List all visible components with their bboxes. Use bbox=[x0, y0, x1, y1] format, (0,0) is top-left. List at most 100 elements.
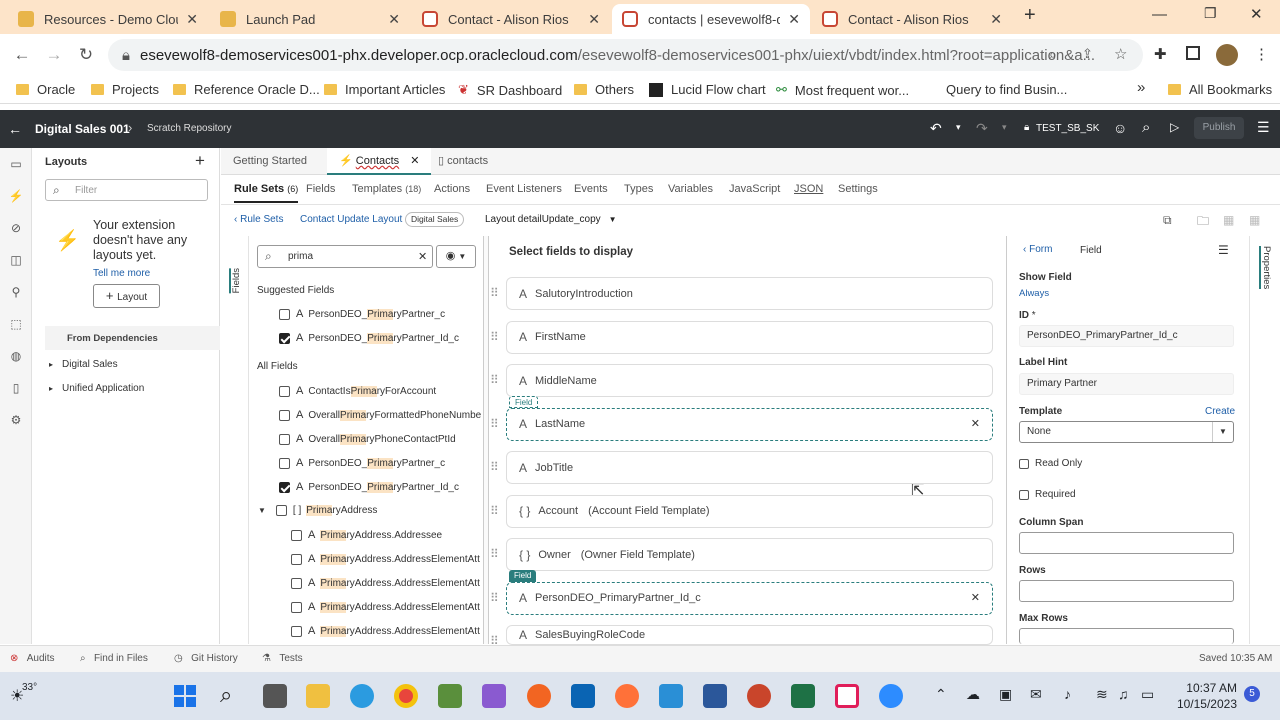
drag-handle-icon[interactable]: ⠿ bbox=[490, 373, 499, 387]
back-arrow-icon[interactable]: ← bbox=[8, 121, 22, 137]
visibility-filter-button[interactable]: ◉ ▼ bbox=[436, 245, 476, 268]
subtab-event-listeners[interactable]: Event Listeners bbox=[486, 183, 562, 195]
close-window-icon[interactable]: ✕ bbox=[1250, 5, 1263, 23]
clock-date[interactable]: 10/15/2023 bbox=[1171, 697, 1237, 711]
app-icon[interactable] bbox=[438, 684, 462, 708]
component-icon[interactable]: ⬚ bbox=[8, 316, 24, 332]
checkbox[interactable] bbox=[279, 385, 290, 397]
close-icon[interactable]: ✕ bbox=[588, 11, 600, 28]
fields-vertical-tab[interactable]: Fields bbox=[229, 268, 242, 294]
forward-icon[interactable]: → bbox=[38, 45, 70, 65]
site-info-icon[interactable]: 🔒︎ bbox=[122, 47, 130, 64]
browser-tab-active[interactable]: contacts | esevewolf8-de ✕ bbox=[612, 4, 810, 34]
redo-icon[interactable]: ↷ bbox=[976, 120, 988, 137]
subtab-actions[interactable]: Actions bbox=[434, 183, 470, 195]
monitor-icon[interactable]: ▭ bbox=[8, 156, 24, 172]
browser-tab[interactable]: Resources - Demo Cloud ✕ bbox=[8, 4, 208, 34]
status-tests[interactable]: ⚗ Tests bbox=[262, 653, 303, 664]
field-list-item[interactable]: A Overall Prima ryPhoneContactPtId bbox=[279, 433, 456, 445]
field-list-item[interactable]: A PersonDEO_ Prima ryPartner_c bbox=[279, 308, 445, 320]
checkbox[interactable] bbox=[279, 457, 290, 469]
status-find-in-files[interactable]: ⌕ Find in Files bbox=[80, 653, 148, 664]
checkbox[interactable] bbox=[279, 308, 290, 320]
field-list-item[interactable]: A Prima ryAddress.AddressElementAtt bbox=[291, 625, 480, 637]
drag-handle-icon[interactable]: ⠿ bbox=[490, 460, 499, 474]
layout-field-card[interactable]: A SalutoryIntroduction bbox=[506, 277, 993, 310]
clock-time[interactable]: 10:37 AM bbox=[1185, 681, 1237, 695]
field-list-item[interactable]: A Prima ryAddress.Addressee bbox=[291, 529, 442, 541]
snip-icon[interactable] bbox=[482, 684, 506, 708]
status-git-history[interactable]: ◷ Git History bbox=[174, 653, 238, 664]
browser-tab[interactable]: Launch Pad ✕ bbox=[210, 4, 410, 34]
layouts-rail-icon[interactable]: ⚡ bbox=[8, 188, 24, 204]
checkbox[interactable] bbox=[275, 505, 287, 516]
checkbox[interactable] bbox=[291, 553, 302, 565]
smile-feedback-icon[interactable]: ☺ bbox=[1113, 120, 1127, 136]
read-only-checkbox[interactable]: Read Only bbox=[1019, 458, 1082, 469]
bookmark-item[interactable]: Oracle bbox=[16, 82, 75, 97]
bookmark-item[interactable]: Query to find Busin... bbox=[946, 82, 1067, 97]
field-search-input[interactable]: ⌕ prima ✕ bbox=[257, 245, 433, 268]
tray-app-icon[interactable]: ▣ bbox=[999, 686, 1012, 703]
restore-icon[interactable]: ❐ bbox=[1204, 5, 1217, 22]
subtab-json[interactable]: JSON bbox=[794, 183, 823, 195]
subtab-fields[interactable]: Fields bbox=[306, 183, 335, 195]
breadcrumb-layout[interactable]: Contact Update Layout bbox=[300, 214, 402, 225]
bookmark-item[interactable]: Reference Oracle D... bbox=[173, 82, 320, 97]
globe-icon[interactable]: ◍ bbox=[8, 348, 24, 364]
drag-handle-icon[interactable]: ⠿ bbox=[490, 547, 499, 561]
remove-icon[interactable]: ✕ bbox=[971, 417, 980, 430]
workspace-name[interactable]: TEST_SB_SK bbox=[1036, 123, 1099, 134]
cloud-icon[interactable]: ☁ bbox=[966, 686, 980, 703]
drag-handle-icon[interactable]: ⠿ bbox=[490, 286, 499, 300]
drag-handle-icon[interactable]: ⠿ bbox=[490, 591, 499, 605]
rows-input[interactable] bbox=[1019, 580, 1234, 602]
app-title[interactable]: Digital Sales 001 bbox=[35, 122, 130, 136]
firefox-icon[interactable] bbox=[615, 684, 639, 708]
field-list-item[interactable]: A ContactIs Prima ryForAccount bbox=[279, 385, 436, 397]
tray-outlook-icon[interactable]: ✉ bbox=[1030, 686, 1042, 703]
search-icon[interactable]: ⌕ bbox=[1049, 46, 1057, 63]
zoom-icon[interactable] bbox=[879, 684, 903, 708]
template-select[interactable]: None ▼ bbox=[1019, 421, 1234, 443]
breadcrumb-rule-sets[interactable]: ‹ Rule Sets bbox=[234, 214, 283, 225]
field-list-item[interactable]: A PersonDEO_ Prima ryPartner_Id_c bbox=[279, 481, 459, 493]
drag-handle-icon[interactable]: ⠿ bbox=[490, 417, 499, 431]
dependency-unified-application[interactable]: ▸ Unified Application bbox=[49, 383, 144, 394]
menu-icon[interactable]: ⋮ bbox=[1254, 45, 1269, 63]
bookmark-item[interactable]: ⚯ Most frequent wor... bbox=[776, 82, 909, 98]
bookmark-item[interactable]: ❦ SR Dashboard bbox=[458, 82, 562, 98]
share-icon[interactable]: ⇪ bbox=[1082, 46, 1093, 62]
vscode-icon[interactable] bbox=[659, 684, 683, 708]
field-list-item[interactable]: A Overall Prima ryFormattedPhoneNumbe bbox=[279, 409, 481, 421]
hamburger-menu-icon[interactable]: ☰ bbox=[1257, 119, 1270, 136]
checkbox[interactable] bbox=[279, 481, 290, 493]
close-icon[interactable]: ✕ bbox=[388, 11, 400, 28]
max-rows-input[interactable] bbox=[1019, 628, 1234, 644]
powerpoint-icon[interactable] bbox=[747, 684, 771, 708]
bookmark-item[interactable]: Lucid Flow chart bbox=[649, 82, 766, 97]
subtab-events[interactable]: Events bbox=[574, 183, 608, 195]
field-list-item[interactable]: A Prima ryAddress.AddressElementAtt bbox=[291, 601, 480, 613]
layout-field-card[interactable]: { } Account (Account Field Template) bbox=[506, 494, 993, 528]
layout-field-card[interactable]: A LastName ✕ bbox=[506, 407, 993, 441]
checkbox[interactable] bbox=[279, 409, 290, 421]
layout-field-card[interactable]: A JobTitle bbox=[506, 451, 993, 484]
checkbox[interactable] bbox=[279, 332, 290, 344]
subtab-types[interactable]: Types bbox=[624, 183, 653, 195]
search-icon[interactable]: ⌕ bbox=[1142, 119, 1150, 136]
undo-icon[interactable]: ↶ bbox=[930, 120, 942, 137]
publish-button[interactable]: Publish bbox=[1194, 117, 1244, 139]
windows-start-icon[interactable] bbox=[174, 685, 196, 707]
subtab-rule-sets[interactable]: Rule Sets (6) bbox=[234, 183, 299, 203]
close-icon[interactable]: ✕ bbox=[186, 11, 198, 28]
all-bookmarks-button[interactable]: All Bookmarks bbox=[1168, 82, 1272, 97]
checkbox[interactable] bbox=[291, 625, 302, 637]
remove-icon[interactable]: ✕ bbox=[971, 591, 980, 604]
browser-tab[interactable]: Contact - Alison Rios ✕ bbox=[812, 4, 1012, 34]
collapse-icon[interactable]: ▼ bbox=[258, 506, 266, 515]
extensions-icon[interactable]: ✚ bbox=[1154, 45, 1167, 63]
label-hint-field[interactable]: Primary Partner bbox=[1019, 373, 1234, 395]
layout-field-card[interactable]: A PersonDEO_PrimaryPartner_Id_c ✕ bbox=[506, 581, 993, 615]
grid-alt-icon[interactable]: ▦ bbox=[1249, 213, 1260, 227]
